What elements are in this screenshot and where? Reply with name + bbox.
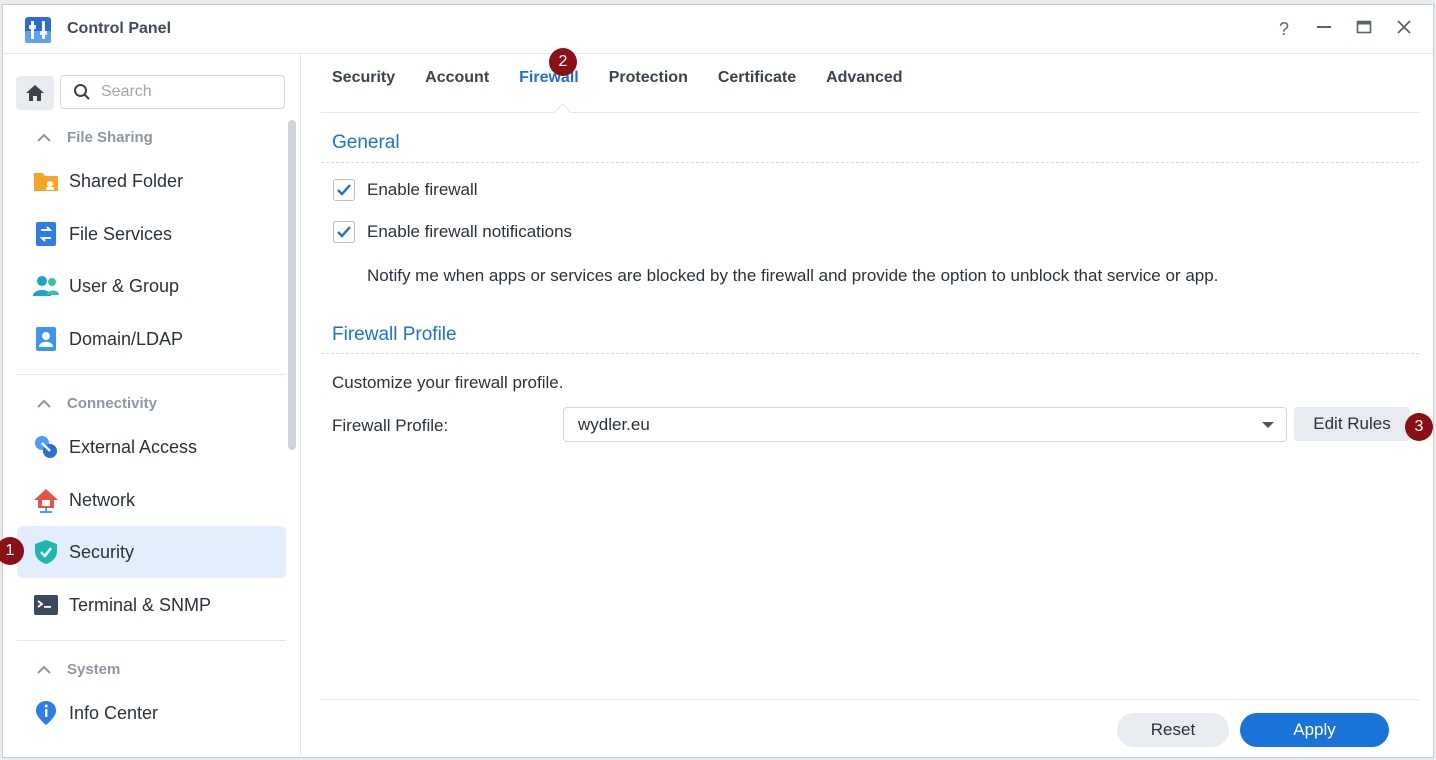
section-title-general: General — [332, 132, 400, 153]
network-icon — [33, 487, 59, 513]
annotation-badge-3: 3 — [1405, 413, 1433, 441]
sidebar-divider — [17, 374, 286, 375]
tab-bar: Security Account Firewall Protection Cer… — [332, 69, 933, 113]
chevron-up-icon — [37, 662, 57, 679]
sidebar-item-label: Terminal & SNMP — [69, 594, 212, 615]
sidebar-item-shared-folder[interactable]: Shared Folder — [17, 155, 286, 207]
section-label: Connectivity — [67, 395, 158, 412]
sidebar-item-label: Domain/LDAP — [69, 328, 184, 349]
tab-security[interactable]: Security — [332, 69, 395, 113]
sidebar-item-label: Info Center — [69, 702, 159, 723]
chevron-up-icon — [37, 396, 57, 413]
select-value: wydler.eu — [578, 415, 650, 434]
sidebar-divider — [17, 640, 286, 641]
window-title: Control Panel — [67, 20, 172, 37]
help-icon[interactable]: ? — [1272, 17, 1296, 41]
section-divider — [321, 162, 1419, 163]
tab-certificate[interactable]: Certificate — [718, 69, 796, 113]
section-label: System — [67, 661, 121, 678]
section-file-sharing[interactable]: File Sharing — [37, 129, 153, 147]
checkbox-checked[interactable] — [333, 221, 355, 243]
notification-description: Notify me when apps or services are bloc… — [367, 266, 1219, 285]
sidebar-item-security[interactable]: Security — [17, 526, 286, 578]
maximize-icon[interactable] — [1352, 17, 1376, 41]
profile-description: Customize your firewall profile. — [332, 373, 564, 392]
section-connectivity[interactable]: Connectivity — [37, 395, 157, 413]
enable-firewall-notifications-checkbox[interactable]: Enable firewall notifications — [333, 221, 572, 243]
chevron-up-icon — [37, 130, 57, 147]
sidebar-item-user-group[interactable]: User & Group — [17, 260, 286, 312]
edit-rules-button[interactable]: Edit Rules — [1294, 407, 1410, 441]
section-system[interactable]: System — [37, 661, 120, 679]
firewall-profile-select[interactable]: wydler.eu — [563, 407, 1287, 442]
sidebar: File Sharing Shared Folder File Services… — [3, 54, 301, 758]
tab-account[interactable]: Account — [425, 69, 489, 113]
sidebar-item-file-services[interactable]: File Services — [17, 208, 286, 260]
section-title-firewall-profile: Firewall Profile — [332, 324, 457, 345]
enable-firewall-checkbox[interactable]: Enable firewall — [333, 179, 478, 201]
search-icon — [73, 83, 91, 106]
search-input[interactable] — [101, 82, 271, 102]
checkbox-label: Enable firewall — [367, 180, 478, 199]
tab-firewall[interactable]: Firewall — [519, 69, 579, 113]
checkbox-label: Enable firewall notifications — [367, 222, 573, 241]
sidebar-item-domain-ldap[interactable]: Domain/LDAP — [17, 313, 286, 365]
info-icon — [33, 700, 59, 726]
tab-advanced[interactable]: Advanced — [826, 69, 902, 113]
control-panel-app-icon — [23, 15, 53, 45]
sidebar-item-label: File Services — [69, 223, 173, 244]
close-icon[interactable] — [1392, 17, 1416, 41]
home-icon — [26, 85, 44, 101]
sidebar-item-label: Network — [69, 489, 136, 510]
sidebar-item-label: External Access — [69, 436, 198, 457]
apply-button[interactable]: Apply — [1240, 713, 1389, 747]
section-divider — [321, 353, 1419, 354]
sidebar-item-label: Security — [69, 541, 135, 562]
tab-protection[interactable]: Protection — [609, 69, 688, 113]
shield-icon — [33, 539, 59, 565]
search-box[interactable] — [60, 75, 285, 109]
title-bar: Control Panel ? — [3, 5, 1433, 54]
sidebar-item-label: Shared Folder — [69, 170, 184, 191]
caret-down-icon — [1262, 422, 1274, 428]
sidebar-item-network[interactable]: Network — [17, 474, 286, 526]
sidebar-scrollbar[interactable] — [288, 120, 296, 450]
sidebar-item-terminal-snmp[interactable]: Terminal & SNMP — [17, 579, 286, 631]
terminal-icon — [33, 592, 59, 618]
user-group-icon — [33, 273, 59, 299]
sidebar-item-label: User & Group — [69, 275, 180, 296]
home-button[interactable] — [16, 76, 54, 110]
annotation-badge-2: 2 — [549, 48, 577, 76]
footer-divider — [321, 699, 1419, 700]
profile-label: Firewall Profile: — [332, 416, 449, 435]
checkbox-checked[interactable] — [333, 179, 355, 201]
section-label: File Sharing — [67, 129, 153, 146]
file-services-icon — [33, 221, 59, 247]
reset-button[interactable]: Reset — [1117, 713, 1229, 747]
control-panel-window: Control Panel ? File Sharing Shared Fold… — [2, 4, 1434, 758]
domain-ldap-icon — [33, 326, 59, 352]
folder-icon — [33, 168, 59, 194]
tab-underline — [321, 112, 1419, 113]
external-access-icon — [33, 434, 59, 460]
minimize-icon[interactable] — [1312, 17, 1336, 41]
sidebar-item-info-center[interactable]: Info Center — [17, 687, 286, 739]
sidebar-item-external-access[interactable]: External Access — [17, 421, 286, 473]
